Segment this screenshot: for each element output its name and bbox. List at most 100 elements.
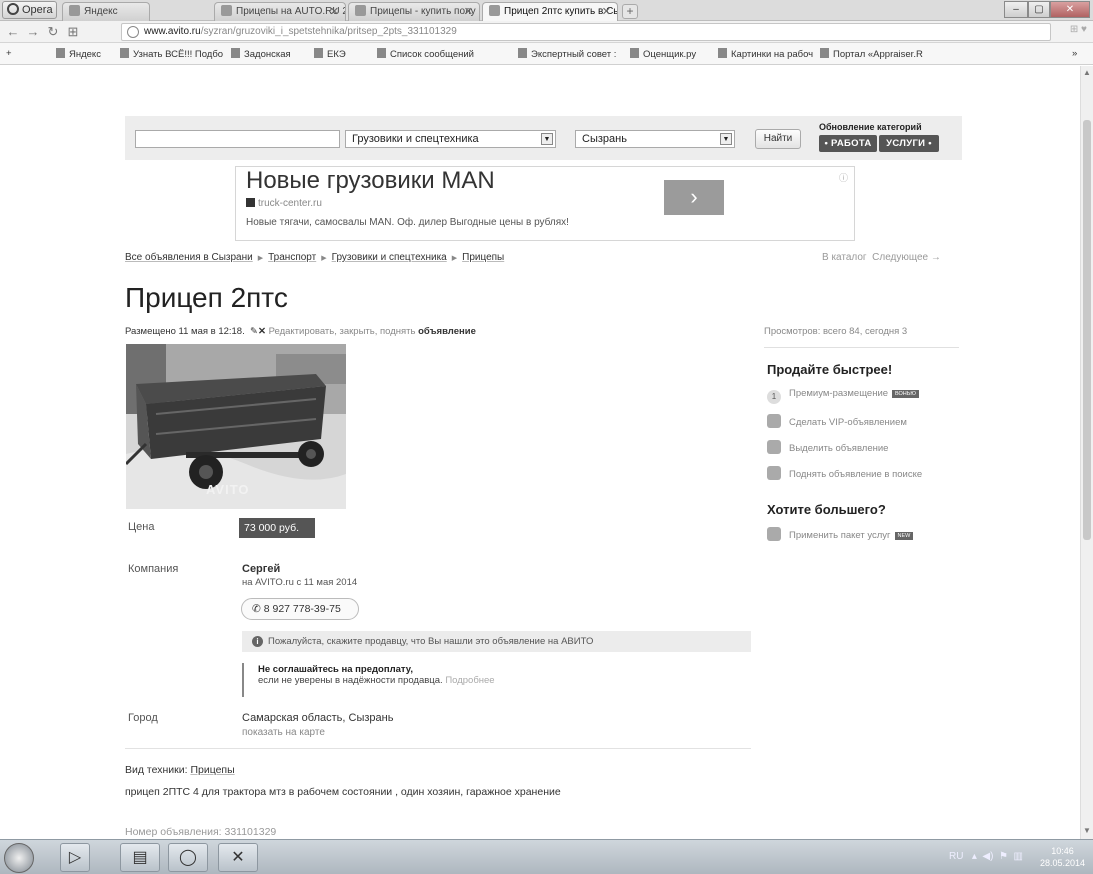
category-select[interactable]: Грузовики и спецтехника ▼ (345, 130, 556, 148)
bookmark-item[interactable]: Картинки на рабоч (718, 48, 813, 60)
phone-button[interactable]: ✆ 8 927 778-39-75 (241, 598, 359, 620)
pencil-icon[interactable]: ✎ (247, 326, 258, 337)
services-category-button[interactable]: УСЛУГИ • (879, 135, 939, 152)
search-input[interactable] (135, 130, 340, 148)
tab-autoru[interactable]: Прицепы на AUTO.RU 2(✕ (214, 2, 346, 21)
seller-name[interactable]: Сергей (242, 563, 280, 575)
page-icon (56, 48, 65, 58)
sell-faster-title: Продайте быстрее! (767, 362, 893, 377)
bookmark-item[interactable]: Узнать ВСЁ!!! Подбо (120, 48, 223, 60)
avito-watermark: AVITO (206, 482, 250, 497)
find-button[interactable]: Найти (755, 129, 801, 149)
media-player-icon[interactable]: ▷ (60, 843, 90, 872)
bookmark-item[interactable]: Портал «Appraiser.R (820, 48, 923, 60)
bookmark-item[interactable]: Задонская (231, 48, 291, 60)
bookmark-item[interactable]: Оценщик.ру (630, 48, 696, 60)
bookmark-item[interactable]: Список сообщений (377, 48, 474, 60)
number-one-icon: 1 (767, 390, 781, 404)
scrollbar-thumb[interactable] (1083, 120, 1091, 540)
bookmark-item[interactable]: Экспертный совет : (518, 48, 616, 60)
triangle-right-icon: ▶ (257, 255, 264, 262)
more-bookmarks-icon[interactable]: » (1072, 48, 1077, 59)
chevron-down-icon: ▼ (720, 133, 732, 145)
work-category-button[interactable]: • РАБОТА (819, 135, 877, 152)
file-explorer-icon[interactable]: ▤ (120, 843, 160, 872)
network-icon[interactable]: ▥ (1011, 851, 1023, 862)
divider (125, 748, 751, 749)
show-on-map-link[interactable]: показать на карте (242, 727, 325, 738)
advert-url[interactable]: truck-center.ru (246, 198, 322, 209)
breadcrumb-transport[interactable]: Транспорт (268, 252, 316, 263)
reload-icon[interactable]: ↻ (44, 23, 62, 41)
phone-icon: ✆ (252, 603, 264, 615)
advert-title[interactable]: Новые грузовики MAN (246, 167, 495, 195)
flag-icon[interactable]: ⚑ (996, 851, 1008, 862)
edit-listing-link-bold[interactable]: объявление (418, 326, 476, 337)
more-details-link[interactable]: Подробнее (445, 675, 494, 686)
vehicle-type-link[interactable]: Прицепы (190, 764, 234, 776)
scroll-down-icon[interactable]: ▼ (1083, 826, 1091, 835)
listing-photo[interactable]: AVITO (126, 344, 346, 509)
yandex-favicon-icon (69, 5, 80, 16)
maximize-button[interactable]: ▢ (1028, 1, 1050, 18)
bookmark-heart-icon[interactable]: ⊞ ♥ (1070, 24, 1087, 35)
vertical-scrollbar[interactable]: ▲ ▼ (1080, 66, 1093, 839)
premium-badge: ВОНЬЮ (892, 390, 919, 398)
categories-update-title: Обновление категорий (819, 122, 922, 132)
autoru-favicon-icon (221, 5, 232, 16)
bookmarks-bar: + Яндекс Узнать ВСЁ!!! Подбо Задонская Е… (0, 43, 1093, 65)
apply-package-link[interactable]: Применить пакет услуг NEW (767, 527, 914, 541)
forward-icon[interactable]: → (24, 23, 42, 41)
tab-active-listing[interactable]: Прицеп 2птс купить в Сы ✕ (482, 2, 618, 21)
catalog-link[interactable]: В каталог (822, 252, 867, 263)
opera-logo-icon (7, 3, 19, 15)
chevron-down-icon: ▼ (541, 133, 553, 145)
company-label: Компания (128, 563, 179, 575)
language-indicator[interactable]: RU (949, 851, 963, 862)
edit-listing-link[interactable]: Редактировать, закрыть, поднять (269, 326, 416, 337)
warning-title: Не соглашайтесь на предоплату, (258, 664, 413, 675)
breadcrumb-trucks[interactable]: Грузовики и спецтехника (332, 252, 447, 263)
start-button[interactable] (4, 843, 34, 873)
city-select[interactable]: Сызрань ▼ (575, 130, 735, 148)
volume-icon[interactable]: ◀) (980, 851, 993, 862)
address-bar[interactable]: www.avito.ru/syzran/gruzoviki_i_spetsteh… (121, 23, 1051, 41)
triangle-right-icon: ▶ (321, 255, 327, 262)
avito-notice: i Пожалуйста, скажите продавцу, что Вы на… (242, 631, 751, 652)
new-tab-button[interactable]: + (622, 4, 638, 19)
ad-info-icon[interactable]: ⓘ (839, 171, 848, 184)
speed-dial-icon[interactable]: ⊞ (64, 23, 82, 41)
advert-arrow-button[interactable]: › (664, 180, 724, 215)
scroll-up-icon[interactable]: ▲ (1083, 68, 1091, 77)
page-icon (314, 48, 323, 58)
opera-menu-button[interactable]: Opera (2, 1, 57, 19)
opera-taskbar-icon[interactable]: ◯ (168, 843, 208, 872)
bookmark-item[interactable]: ЕКЭ (314, 48, 346, 60)
browser-titlebar: Opera Яндекс Прицепы на AUTO.RU 2(✕ Приц… (0, 0, 1093, 21)
close-tab-icon[interactable]: ✕ (602, 3, 611, 21)
tray-arrow-icon[interactable]: ▴ (966, 851, 977, 862)
sidebar-divider (764, 347, 959, 348)
vip-link[interactable]: Сделать VIP-объявлением (767, 414, 907, 428)
excel-icon[interactable]: ✕ (218, 843, 258, 872)
window-close-button[interactable]: ✕ (1050, 1, 1090, 18)
page-icon (231, 48, 240, 58)
premium-placement-link[interactable]: 1 Премиум-размещение ВОНЬЮ (767, 388, 919, 404)
avito-favicon-icon (355, 5, 366, 16)
highlight-link[interactable]: Выделить объявление (767, 440, 888, 454)
tab-yandex[interactable]: Яндекс (62, 2, 150, 21)
advert-banner[interactable]: Новые грузовики MAN truck-center.ru Новы… (235, 166, 855, 241)
add-bookmark-icon[interactable]: + (6, 48, 12, 59)
tab-pritsepy[interactable]: Прицепы - купить полу ✕ (348, 2, 480, 21)
bookmark-item[interactable]: Яндекс (56, 48, 101, 60)
minimize-button[interactable]: – (1004, 1, 1028, 18)
next-listing-link[interactable]: Следующее → (872, 252, 941, 263)
clock[interactable]: 10:46 28.05.2014 (1040, 845, 1085, 869)
back-icon[interactable]: ← (4, 23, 22, 41)
raise-link[interactable]: Поднять объявление в поиске (767, 466, 922, 480)
close-tab-icon[interactable]: ✕ (464, 3, 473, 21)
delete-x-icon[interactable]: ✕ (258, 326, 266, 337)
breadcrumb-trailers[interactable]: Прицепы (462, 252, 504, 263)
breadcrumb-all-ads[interactable]: Все объявления в Сызрани (125, 252, 253, 263)
close-tab-icon[interactable]: ✕ (330, 3, 339, 21)
